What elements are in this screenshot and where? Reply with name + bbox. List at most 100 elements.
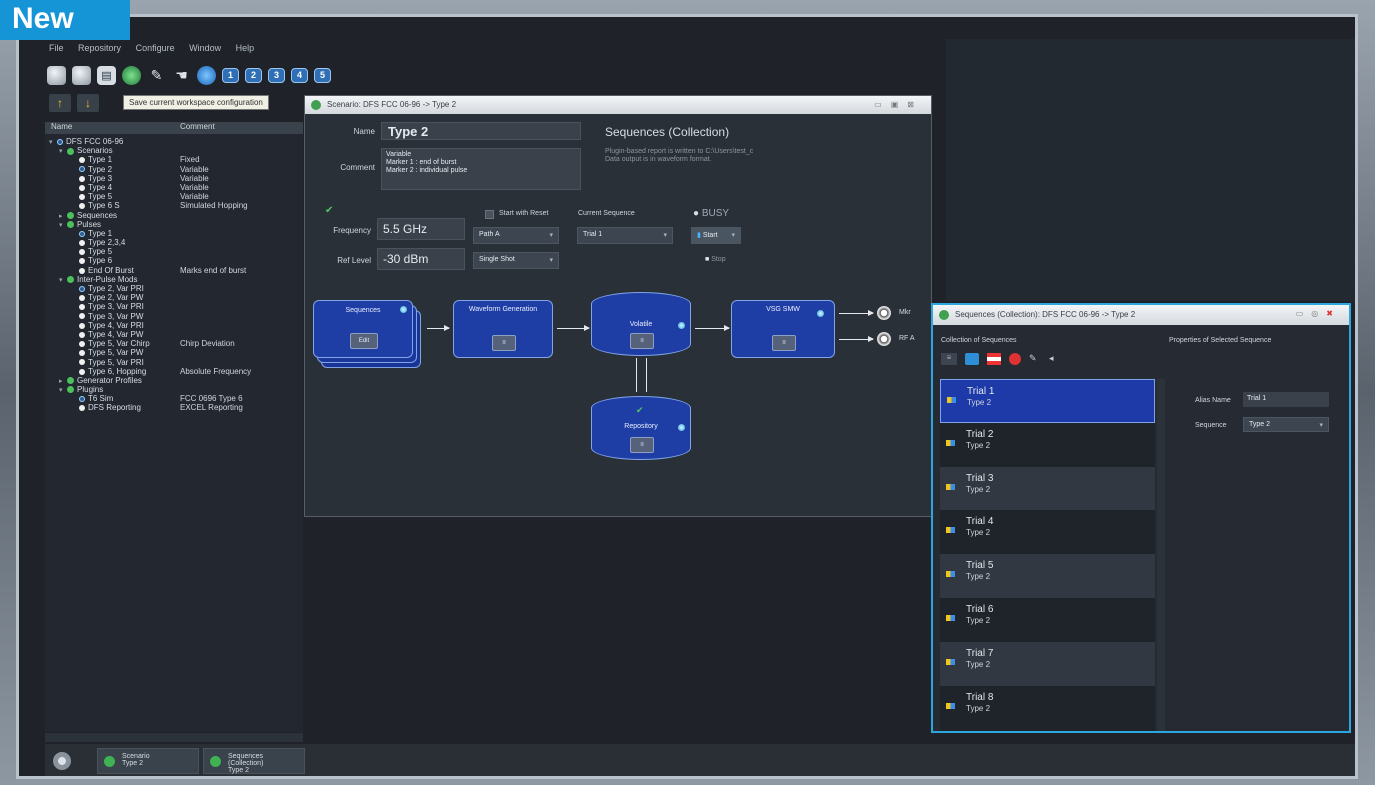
tree-scenario-item[interactable]: Type 2 Variable (45, 165, 303, 174)
waveform-block[interactable]: Waveform Generation ≡ (453, 300, 553, 358)
expander-icon[interactable]: ▸ (59, 212, 67, 220)
tree-pulse-item[interactable]: Type 5 (45, 247, 303, 256)
edit-button[interactable]: Edit (350, 333, 378, 349)
edit-icon[interactable]: ✎ (1029, 353, 1041, 365)
expander-icon[interactable]: ▾ (49, 138, 57, 146)
expander-icon[interactable]: ▾ (59, 221, 67, 229)
sequences-titlebar[interactable]: Sequences (Collection): DFS FCC 06-96 ->… (933, 305, 1349, 325)
window-controls[interactable]: ▭▣⊠ (874, 100, 923, 109)
tree-ipm-item[interactable]: Type 3, Var PRI (45, 302, 303, 311)
tree-ipm-item[interactable]: Type 5, Var PW (45, 348, 303, 357)
current-sequence-select[interactable]: Trial 1 (577, 227, 673, 244)
move-down-icon[interactable]: ↓ (77, 94, 99, 112)
layout-4-icon[interactable]: 4 (291, 67, 308, 83)
volatile-cylinder[interactable]: Volatile ≡ (591, 292, 691, 356)
task-scenario[interactable]: Scenario Type 2 (97, 748, 199, 774)
tree-scenario-item[interactable]: Type 4 Variable (45, 183, 303, 192)
database-open-icon[interactable] (72, 65, 91, 85)
sequence-item[interactable]: Trial 5 Type 2 (940, 554, 1155, 598)
sequence-item[interactable]: Trial 6 Type 2 (940, 598, 1155, 642)
scenario-titlebar[interactable]: Scenario: DFS FCC 06-96 -> Type 2 ▭▣⊠ (305, 96, 931, 114)
vsg-button[interactable]: ≡ (772, 335, 796, 351)
tree-ipm-item[interactable]: Type 5, Var Chirp Chirp Deviation (45, 339, 303, 348)
menu-file[interactable]: File (49, 43, 64, 53)
mode-select[interactable]: Single Shot (473, 252, 559, 269)
tree-root[interactable]: ▾ DFS FCC 06-96 (45, 137, 303, 146)
tree-generator-profiles[interactable]: ▸ Generator Profiles (45, 376, 303, 385)
tree-pulse-item[interactable]: Type 6 (45, 256, 303, 265)
start-reset-checkbox[interactable] (485, 210, 494, 219)
tree-ipm-item[interactable]: Type 4, Var PW (45, 330, 303, 339)
sequence-item[interactable]: Trial 7 Type 2 (940, 641, 1155, 686)
tree-plugin-item[interactable]: DFS Reporting EXCEL Reporting (45, 403, 303, 412)
start-button[interactable]: ▮ Start (691, 227, 741, 244)
tree-pulses[interactable]: ▾ Pulses (45, 220, 303, 229)
tree-pulse-item[interactable]: Type 1 (45, 229, 303, 238)
menu-help[interactable]: Help (236, 43, 255, 53)
column-name[interactable]: Name (45, 122, 180, 134)
layout-1-icon[interactable]: 1 (222, 67, 239, 83)
name-field[interactable]: Type 2 (381, 122, 581, 140)
expander-icon[interactable]: ▸ (59, 377, 67, 385)
menu-repository[interactable]: Repository (78, 43, 121, 53)
layout-3-icon[interactable]: 3 (268, 67, 285, 83)
tree-scenario-item[interactable]: Type 5 Variable (45, 192, 303, 201)
add-icon[interactable] (965, 353, 979, 365)
sequences-block[interactable]: Sequences Edit (313, 300, 413, 358)
tree-scenario-item[interactable]: Type 1 Fixed (45, 155, 303, 164)
tree-pulse-item[interactable]: End Of Burst Marks end of burst (45, 266, 303, 275)
tree-ipm-item[interactable]: Type 6, Hopping Absolute Frequency (45, 367, 303, 376)
tree-sequences[interactable]: ▸ Sequences (45, 211, 303, 220)
tree-ipm[interactable]: ▾ Inter-Pulse Mods (45, 275, 303, 284)
repository-button[interactable]: ≡ (630, 437, 654, 453)
sequence-item[interactable]: Trial 2 Type 2 (940, 423, 1155, 467)
ref-level-field[interactable]: -30 dBm (377, 248, 465, 270)
column-comment[interactable]: Comment (180, 122, 215, 134)
back-icon[interactable]: ◂ (1049, 353, 1061, 365)
database-icon[interactable] (47, 65, 66, 85)
move-up-icon[interactable]: ↑ (49, 94, 71, 112)
list-scrollbar[interactable] (1157, 379, 1165, 731)
tree-ipm-item[interactable]: Type 4, Var PRI (45, 321, 303, 330)
task-sequences[interactable]: Sequences (Collection) Type 2 (203, 748, 305, 774)
vsg-block[interactable]: VSG SMW ≡ (731, 300, 835, 358)
tree-plugins[interactable]: ▾ Plugins (45, 385, 303, 394)
expander-icon[interactable]: ▾ (59, 386, 67, 394)
pointer-icon[interactable]: ☚ (172, 66, 191, 85)
sequence-item[interactable]: Trial 8 Type 2 (940, 686, 1155, 730)
tree-plugin-item[interactable]: T6 Sim FCC 0696 Type 6 (45, 394, 303, 403)
tree-ipm-item[interactable]: Type 5, Var PRI (45, 358, 303, 367)
globe-icon[interactable] (197, 65, 216, 85)
tree-ipm-item[interactable]: Type 2, Var PRI (45, 284, 303, 293)
tree-scenarios[interactable]: ▾ Scenarios (45, 146, 303, 155)
flag-icon[interactable] (987, 353, 1001, 365)
list-icon[interactable]: ≡ (941, 353, 957, 365)
tree-ipm-item[interactable]: Type 3, Var PW (45, 312, 303, 321)
save-workspace-icon[interactable]: ▤ (97, 65, 116, 85)
window-controls[interactable]: ▭◎✖ (1296, 309, 1341, 318)
menu-window[interactable]: Window (189, 43, 221, 53)
tree-scenario-item[interactable]: Type 6 S Simulated Hopping (45, 201, 303, 210)
layout-5-icon[interactable]: 5 (314, 67, 331, 83)
frequency-field[interactable]: 5.5 GHz (377, 218, 465, 240)
tree-pulse-item[interactable]: Type 2,3,4 (45, 238, 303, 247)
tree-scrollbar[interactable] (45, 733, 303, 742)
menu-configure[interactable]: Configure (136, 43, 175, 53)
wrench-icon[interactable]: ✎ (147, 66, 166, 85)
stop-button[interactable]: ■ Stop (705, 256, 726, 263)
path-select[interactable]: Path A (473, 227, 559, 244)
settings-gear-icon[interactable] (53, 752, 71, 770)
sequence-item[interactable]: Trial 4 Type 2 (940, 510, 1155, 554)
sequence-item[interactable]: Trial 3 Type 2 (940, 466, 1155, 511)
layout-2-icon[interactable]: 2 (245, 67, 262, 83)
waveform-button[interactable]: ≡ (492, 335, 516, 351)
sequence-item[interactable]: Trial 1 Type 2 (940, 379, 1155, 423)
tree-ipm-item[interactable]: Type 2, Var PW (45, 293, 303, 302)
tree-scenario-item[interactable]: Type 3 Variable (45, 174, 303, 183)
comment-field[interactable]: Variable Marker 1 : end of burst Marker … (381, 148, 581, 190)
sequence-select[interactable]: Type 2 (1243, 417, 1329, 432)
expander-icon[interactable]: ▾ (59, 276, 67, 284)
alias-field[interactable]: Trial 1 (1243, 392, 1329, 407)
volatile-button[interactable]: ≡ (630, 333, 654, 349)
scenario-icon[interactable] (122, 65, 141, 85)
